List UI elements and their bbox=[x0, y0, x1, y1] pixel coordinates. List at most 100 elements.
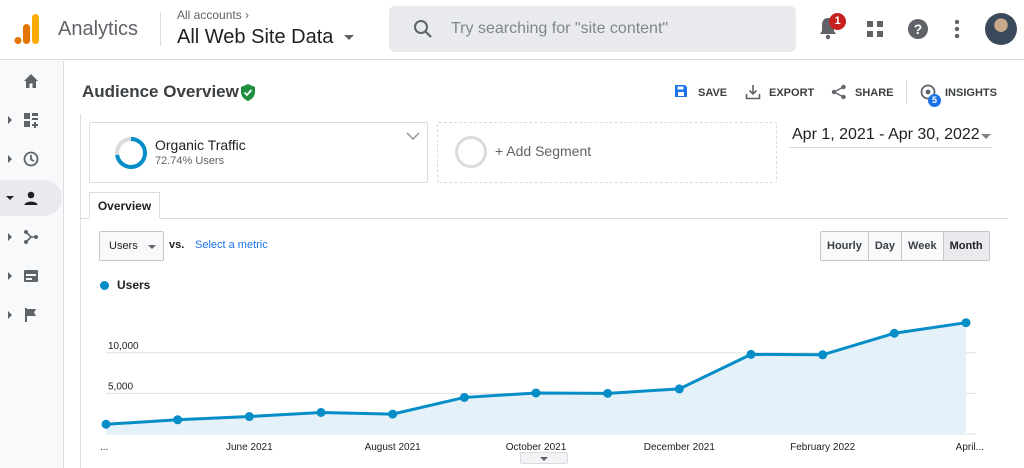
sidebar-item-conversions[interactable] bbox=[0, 297, 62, 333]
data-point bbox=[818, 350, 828, 360]
add-segment-button[interactable]: + Add Segment bbox=[437, 122, 777, 183]
metric-select-value: Users bbox=[109, 240, 138, 252]
period-month-button[interactable]: Month bbox=[943, 232, 989, 260]
export-label: EXPORT bbox=[769, 87, 815, 99]
sidebar-item-customization[interactable] bbox=[0, 102, 62, 138]
data-point bbox=[173, 415, 183, 425]
account-picker-label: All accounts bbox=[177, 8, 242, 22]
y-tick-label: 10,000 bbox=[108, 341, 139, 352]
data-point bbox=[316, 407, 326, 417]
data-point bbox=[961, 318, 971, 328]
more-vert-icon[interactable] bbox=[954, 19, 960, 39]
home-icon bbox=[24, 74, 38, 88]
date-range-picker[interactable]: Apr 1, 2021 - Apr 30, 2022 bbox=[789, 124, 992, 148]
save-button[interactable]: SAVE bbox=[674, 84, 728, 102]
x-tick-label: ... bbox=[100, 442, 108, 453]
expand-caret-icon bbox=[8, 116, 12, 124]
expand-caret-icon bbox=[8, 311, 12, 319]
acquisition-icon bbox=[24, 230, 38, 244]
export-button[interactable]: EXPORT bbox=[745, 84, 815, 102]
apps-grid-icon[interactable] bbox=[866, 20, 884, 38]
segment-share: 72.74% Users bbox=[155, 155, 225, 167]
notification-count-badge: 1 bbox=[829, 13, 846, 30]
sidebar-item-home[interactable] bbox=[0, 63, 62, 99]
data-point bbox=[889, 328, 899, 338]
users-line-chart: 5,00010,000... June 2021 August 2021 Octobe… bbox=[100, 318, 984, 453]
verified-check-icon bbox=[241, 84, 255, 101]
period-week-button[interactable]: Week bbox=[902, 232, 944, 260]
period-day-button[interactable]: Day bbox=[868, 232, 903, 260]
sidebar-item-behavior[interactable] bbox=[0, 258, 62, 294]
period-toggle: Hourly Day Week Month bbox=[820, 231, 990, 261]
svg-text:?: ? bbox=[914, 21, 923, 37]
segment-ring-icon bbox=[115, 137, 147, 169]
sidebar-item-acquisition[interactable] bbox=[0, 219, 62, 255]
dropdown-arrow-icon bbox=[981, 134, 991, 139]
save-label: SAVE bbox=[698, 87, 728, 99]
add-segment-label: + Add Segment bbox=[495, 143, 592, 159]
share-icon bbox=[831, 84, 846, 100]
data-point bbox=[674, 384, 684, 394]
expand-caret-icon bbox=[8, 155, 12, 163]
top-bar: Analytics All accounts › All Web Site Da… bbox=[0, 0, 1024, 60]
data-point bbox=[101, 419, 111, 429]
collapse-caret-icon bbox=[6, 196, 14, 200]
audience-icon bbox=[24, 191, 38, 205]
x-tick-label: June 2021 bbox=[226, 442, 273, 453]
data-point bbox=[603, 388, 613, 398]
vs-label: vs. bbox=[169, 239, 185, 251]
x-tick-label: February 2022 bbox=[790, 442, 855, 453]
divider bbox=[160, 12, 161, 46]
data-point bbox=[746, 349, 756, 359]
realtime-icon bbox=[23, 151, 39, 167]
help-icon[interactable]: ? bbox=[907, 18, 929, 40]
segment-name: Organic Traffic bbox=[155, 137, 246, 153]
x-tick-label: April... bbox=[956, 442, 984, 453]
dropdown-arrow-icon bbox=[343, 34, 354, 40]
share-label: SHARE bbox=[855, 87, 894, 99]
date-range-label: Apr 1, 2021 - Apr 30, 2022 bbox=[792, 126, 980, 143]
empty-segment-ring-icon bbox=[455, 136, 487, 168]
search-input[interactable] bbox=[451, 18, 771, 40]
data-point bbox=[531, 388, 541, 398]
chevron-down-icon[interactable] bbox=[406, 131, 420, 141]
y-tick-label: 5,000 bbox=[108, 381, 133, 392]
search-icon bbox=[414, 20, 432, 38]
select-metric-link[interactable]: Select a metric bbox=[195, 239, 268, 251]
share-button[interactable]: SHARE bbox=[831, 84, 897, 102]
insights-label: INSIGHTS bbox=[945, 87, 997, 99]
page-title: Audience Overview bbox=[82, 82, 239, 101]
divider bbox=[906, 80, 907, 104]
insights-count-badge: 5 bbox=[928, 94, 941, 107]
app-name: Analytics bbox=[58, 18, 139, 40]
dropdown-arrow-icon bbox=[148, 245, 156, 249]
chevron-down-icon bbox=[540, 457, 548, 461]
segment-card-organic-traffic[interactable]: Organic Traffic 72.74% Users bbox=[89, 122, 428, 183]
legend-swatch bbox=[100, 281, 109, 290]
conversions-icon bbox=[25, 308, 36, 322]
expand-caret-icon bbox=[8, 272, 12, 280]
expand-caret-icon bbox=[8, 233, 12, 241]
download-icon bbox=[745, 85, 761, 100]
tab-divider bbox=[80, 218, 1008, 219]
data-point bbox=[459, 392, 469, 402]
period-hourly-button[interactable]: Hourly bbox=[821, 232, 869, 260]
customization-icon bbox=[24, 113, 38, 128]
sidebar-item-realtime[interactable] bbox=[0, 141, 62, 177]
search-bar[interactable] bbox=[389, 6, 796, 52]
x-tick-label: December 2021 bbox=[644, 442, 716, 453]
avatar[interactable] bbox=[985, 13, 1017, 45]
x-tick-label: August 2021 bbox=[365, 442, 422, 453]
sidebar bbox=[0, 61, 64, 468]
legend-label: Users bbox=[117, 278, 151, 292]
chevron-right-icon: › bbox=[245, 8, 250, 22]
save-icon bbox=[675, 85, 687, 97]
data-point bbox=[244, 412, 254, 422]
sidebar-item-audience[interactable] bbox=[0, 180, 62, 216]
analytics-logo-icon[interactable] bbox=[14, 14, 40, 44]
property-name: All Web Site Data bbox=[177, 26, 334, 48]
chart-expand-handle[interactable] bbox=[520, 452, 568, 464]
tab-overview[interactable]: Overview bbox=[89, 192, 160, 219]
metric-select[interactable]: Users bbox=[99, 231, 164, 261]
data-point bbox=[388, 409, 398, 419]
